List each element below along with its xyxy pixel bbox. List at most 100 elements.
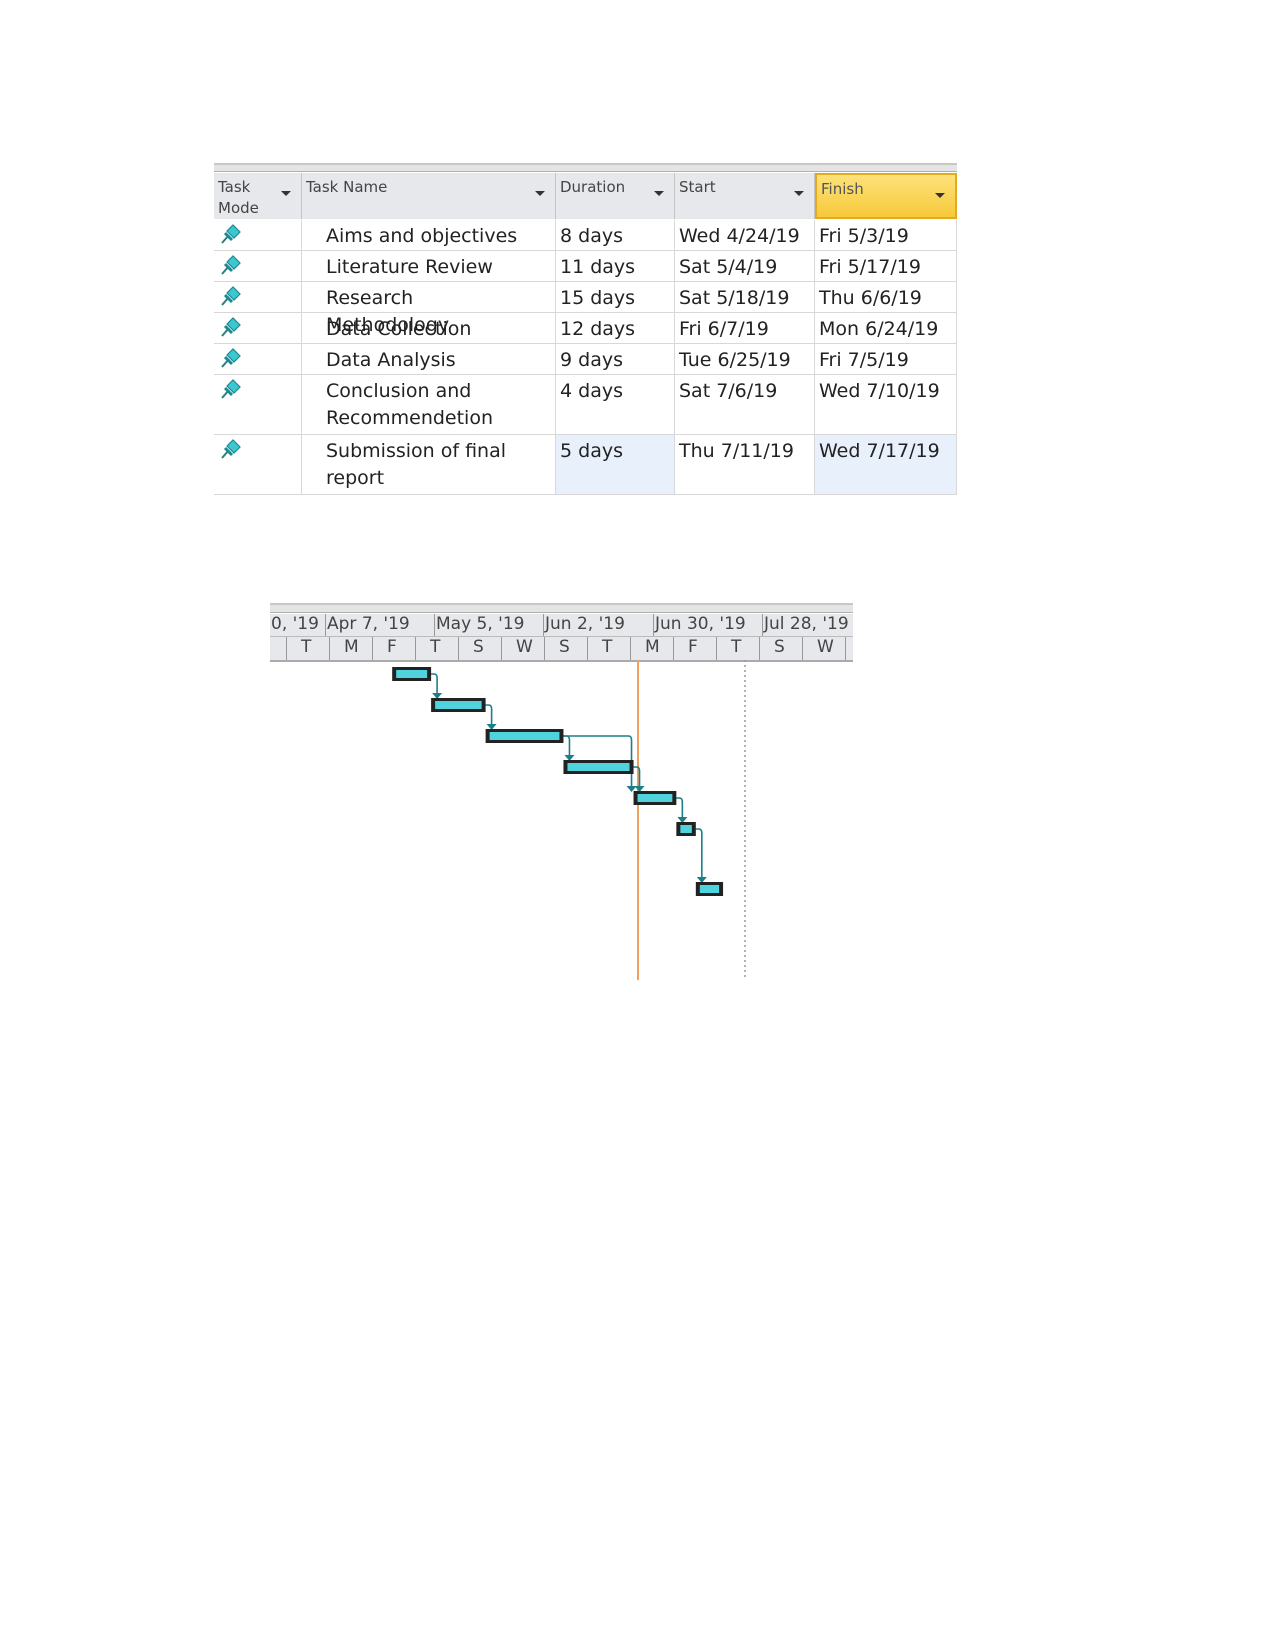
header-label: Task Name — [306, 178, 388, 196]
column-header-task-mode[interactable]: Task Mode — [214, 173, 302, 219]
cell-text: Aims and objectives — [326, 225, 518, 247]
cell-start[interactable]: Sat 5/4/19 — [675, 251, 815, 281]
cell-text: Mon 6/24/19 — [819, 318, 939, 340]
cell-name[interactable]: Data Analysis — [302, 344, 556, 374]
cell-name[interactable]: Literature Review — [302, 251, 556, 281]
cell-name[interactable]: Conclusion and Recommendetion — [302, 375, 556, 434]
cell-task-mode[interactable] — [214, 375, 302, 434]
cell-text: Wed 7/17/19 — [819, 440, 940, 462]
header-label: Start — [679, 178, 716, 196]
column-header-start[interactable]: Start — [675, 173, 815, 219]
cell-text: Tue 6/25/19 — [679, 349, 791, 371]
header-label: Duration — [560, 178, 626, 196]
manual-task-pin-icon — [221, 379, 241, 399]
manual-task-pin-icon — [221, 255, 241, 275]
manual-task-pin-icon — [221, 286, 241, 306]
table-row[interactable]: Aims and objectives 8 days Wed 4/24/19 Fri … — [214, 220, 957, 251]
cell-duration[interactable]: 15 days — [556, 282, 675, 312]
cell-name[interactable]: Submission of final report — [302, 435, 556, 494]
table-row[interactable]: Data Analysis 9 days Tue 6/25/19 Fri 7/5/19 — [214, 344, 957, 375]
cell-duration[interactable]: 9 days — [556, 344, 675, 374]
gantt-bars-area — [392, 660, 746, 980]
task-bar-fill — [567, 763, 630, 771]
chevron-down-icon[interactable] — [935, 193, 945, 198]
cell-task-mode[interactable] — [214, 313, 302, 343]
cell-finish[interactable]: Wed 7/17/19 — [815, 435, 957, 494]
task-bar-fill — [489, 732, 560, 740]
task-bar-fill — [680, 825, 692, 833]
table-row[interactable]: Conclusion and Recommendetion 4 days Sat 7… — [214, 375, 957, 435]
cell-start[interactable]: Tue 6/25/19 — [675, 344, 815, 374]
table-row[interactable]: Research Methodology 15 days Sat 5/18/19 Th… — [214, 282, 957, 336]
task-bar-fill — [435, 701, 482, 709]
cell-text: Data Analysis — [326, 349, 456, 371]
cell-duration[interactable]: 5 days — [556, 435, 675, 494]
cell-text: 12 days — [560, 318, 636, 340]
cell-finish[interactable]: Thu 6/6/19 — [815, 282, 957, 312]
cell-text: 15 days — [560, 287, 636, 309]
cell-task-mode[interactable] — [214, 344, 302, 374]
header-label: Task Mode — [218, 178, 259, 217]
cell-text: Submission of final report — [326, 440, 507, 489]
cell-name[interactable]: Data Collection — [302, 313, 556, 343]
cell-task-mode[interactable] — [214, 282, 302, 312]
dependency-link — [676, 797, 684, 818]
cell-name[interactable]: Aims and objectives — [302, 220, 556, 250]
dependency-link — [431, 673, 438, 694]
cell-start[interactable]: Wed 4/24/19 — [675, 220, 815, 250]
cell-duration[interactable]: 4 days — [556, 375, 675, 434]
cell-text: 4 days — [560, 380, 623, 402]
cell-text: Fri 5/3/19 — [819, 225, 909, 247]
cell-finish[interactable]: Fri 7/5/19 — [815, 344, 957, 374]
cell-text: 11 days — [560, 256, 636, 278]
cell-text: Wed 4/24/19 — [679, 225, 800, 247]
cell-task-mode[interactable] — [214, 220, 302, 250]
chevron-down-icon[interactable] — [535, 191, 545, 196]
cell-finish[interactable]: Fri 5/17/19 — [815, 251, 957, 281]
cell-duration[interactable]: 8 days — [556, 220, 675, 250]
cell-start[interactable]: Sat 7/6/19 — [675, 375, 815, 434]
column-header-duration[interactable]: Duration — [556, 173, 675, 219]
cell-task-mode[interactable] — [214, 251, 302, 281]
column-header-finish[interactable]: Finish — [815, 173, 957, 219]
cell-text: Wed 7/10/19 — [819, 380, 940, 402]
dependency-link — [695, 828, 703, 878]
cell-text: Literature Review — [326, 256, 493, 278]
cell-duration[interactable]: 12 days — [556, 313, 675, 343]
task-bar-fill — [396, 670, 428, 678]
gantt-chart: 0, '19 Apr 7, '19 May 5, '19 Jun 2, '19 Jun … — [270, 603, 853, 983]
chevron-down-icon[interactable] — [281, 191, 291, 196]
cell-text: Thu 6/6/19 — [819, 287, 922, 309]
column-header-task-name[interactable]: Task Name — [302, 173, 556, 219]
table-row[interactable]: Submission of final report 5 days Thu 7/11… — [214, 435, 957, 495]
dependency-link — [563, 735, 571, 756]
chevron-down-icon[interactable] — [654, 191, 664, 196]
cell-text: Conclusion and Recommendetion — [326, 380, 494, 429]
cell-finish[interactable]: Mon 6/24/19 — [815, 313, 957, 343]
cell-text: Data Collection — [326, 318, 472, 340]
cell-start[interactable]: Thu 7/11/19 — [675, 435, 815, 494]
table-row[interactable]: Data Collection 12 days Fri 6/7/19 Mon 6/24… — [214, 313, 957, 344]
cell-name[interactable]: Research Methodology — [302, 282, 556, 336]
cell-finish[interactable]: Fri 5/3/19 — [815, 220, 957, 250]
task-bar-fill — [637, 794, 673, 802]
cell-text: 5 days — [560, 440, 623, 462]
cell-text: Fri 6/7/19 — [679, 318, 769, 340]
cell-start[interactable]: Fri 6/7/19 — [675, 313, 815, 343]
cell-finish[interactable]: Wed 7/10/19 — [815, 375, 957, 434]
cell-text: Sat 7/6/19 — [679, 380, 778, 402]
header-label: Finish — [821, 180, 864, 198]
cell-text: Fri 5/17/19 — [819, 256, 921, 278]
chevron-down-icon[interactable] — [794, 191, 804, 196]
cell-text: Thu 7/11/19 — [679, 440, 794, 462]
manual-task-pin-icon — [221, 439, 241, 459]
table-row[interactable]: Literature Review 11 days Sat 5/4/19 Fri 5/… — [214, 251, 957, 282]
cell-text: 8 days — [560, 225, 623, 247]
task-table: Task Mode Task Name Duration Start Finis… — [214, 163, 957, 501]
cell-task-mode[interactable] — [214, 435, 302, 494]
cell-text: Sat 5/18/19 — [679, 287, 790, 309]
cell-start[interactable]: Sat 5/18/19 — [675, 282, 815, 312]
cell-duration[interactable]: 11 days — [556, 251, 675, 281]
document-page: Task Mode Task Name Duration Start Finis… — [0, 0, 1275, 1650]
dependency-link — [485, 704, 493, 725]
